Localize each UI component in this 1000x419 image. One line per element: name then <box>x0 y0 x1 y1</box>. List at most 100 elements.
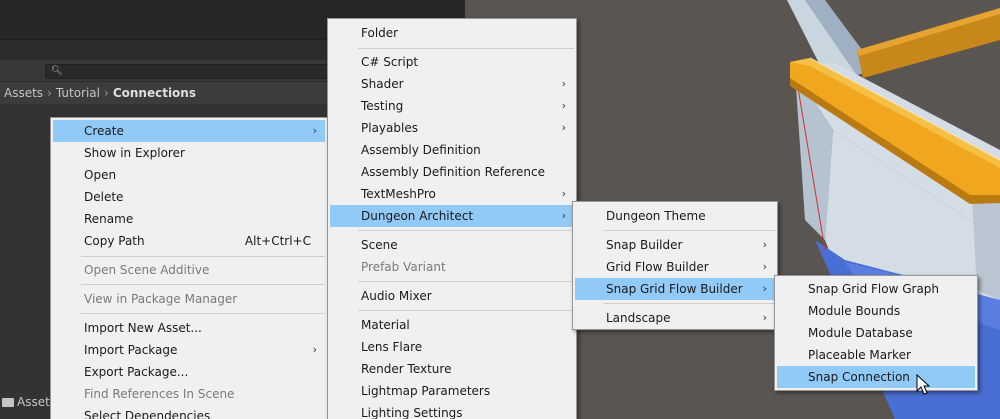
breadcrumb-tutorial[interactable]: Tutorial <box>56 86 100 100</box>
menu-item-render-texture[interactable]: Render Texture <box>330 358 574 380</box>
menu-separator <box>603 303 775 304</box>
chevron-right-icon: › <box>762 282 767 295</box>
menu-item-snap-grid-flow-graph[interactable]: Snap Grid Flow Graph <box>777 278 975 300</box>
menu-item-material[interactable]: Material <box>330 314 574 336</box>
menu-item-label: Render Texture <box>361 362 452 376</box>
menu-separator <box>358 281 574 282</box>
menu-item-import-new-asset[interactable]: Import New Asset... <box>53 317 325 339</box>
menu-item-placeable-marker[interactable]: Placeable Marker <box>777 344 975 366</box>
menu-item-label: Assembly Definition Reference <box>361 165 546 179</box>
menu-item-copy-path[interactable]: Copy Path Alt+Ctrl+C <box>53 230 325 252</box>
menu-item-label: Dungeon Architect <box>361 209 474 223</box>
menu-item-export-package[interactable]: Export Package... <box>53 361 325 383</box>
menu-item-label: Folder <box>361 26 399 40</box>
chevron-right-icon: › <box>104 86 109 100</box>
menu-item-import-package[interactable]: Import Package › <box>53 339 325 361</box>
menu-item-landscape[interactable]: Landscape › <box>575 307 775 329</box>
menu-item-snap-connection[interactable]: Snap Connection <box>777 366 975 388</box>
menu-item-playables[interactable]: Playables › <box>330 117 574 139</box>
menu-item-label: Open Scene Additive <box>84 263 210 277</box>
menu-item-create[interactable]: Create › <box>53 120 325 142</box>
menu-item-label: TextMeshPro <box>361 187 436 201</box>
menu-separator <box>603 230 775 231</box>
menu-item-label: Dungeon Theme <box>606 209 706 223</box>
menu-item-assembly-definition[interactable]: Assembly Definition <box>330 139 574 161</box>
menu-item-shader[interactable]: Shader › <box>330 73 574 95</box>
chevron-right-icon: › <box>561 209 566 222</box>
menu-item-label: Import Package <box>84 343 178 357</box>
bottom-tab-label: Asset <box>17 395 50 409</box>
chevron-right-icon: › <box>312 124 317 137</box>
menu-item-dungeon-architect[interactable]: Dungeon Architect › <box>330 205 574 227</box>
menu-item-label: Testing <box>361 99 404 113</box>
menu-separator <box>81 256 325 257</box>
menu-item-find-references: Find References In Scene <box>53 383 325 405</box>
snap-grid-flow-submenu: Snap Grid Flow Graph Module Bounds Modul… <box>774 275 978 391</box>
menu-item-delete[interactable]: Delete <box>53 186 325 208</box>
menu-separator <box>81 284 325 285</box>
menu-item-label: Snap Connection <box>808 370 910 384</box>
menu-item-label: Lens Flare <box>361 340 423 354</box>
menu-item-open-scene-additive: Open Scene Additive <box>53 259 325 281</box>
menu-item-textmeshpro[interactable]: TextMeshPro › <box>330 183 574 205</box>
menu-item-label: Assembly Definition <box>361 143 481 157</box>
menu-item-lightmap-parameters[interactable]: Lightmap Parameters <box>330 380 574 402</box>
menu-item-label: Open <box>84 168 117 182</box>
menu-separator <box>81 313 325 314</box>
menu-item-label: Placeable Marker <box>808 348 911 362</box>
create-submenu: Folder C# Script Shader › Testing › Playab… <box>327 18 577 419</box>
menu-item-folder[interactable]: Folder <box>330 22 574 44</box>
menu-item-select-dependencies[interactable]: Select Dependencies <box>53 405 325 419</box>
menu-item-module-bounds[interactable]: Module Bounds <box>777 300 975 322</box>
menu-item-csharp-script[interactable]: C# Script <box>330 51 574 73</box>
menu-item-show-in-explorer[interactable]: Show in Explorer <box>53 142 325 164</box>
menu-item-label: Find References In Scene <box>84 387 235 401</box>
menu-item-audio-mixer[interactable]: Audio Mixer <box>330 285 574 307</box>
menu-item-label: Audio Mixer <box>361 289 432 303</box>
menu-item-label: Prefab Variant <box>361 260 446 274</box>
menu-item-label: Playables <box>361 121 418 135</box>
menu-item-snap-builder[interactable]: Snap Builder › <box>575 234 775 256</box>
menu-item-assembly-definition-reference[interactable]: Assembly Definition Reference <box>330 161 574 183</box>
menu-item-label: Delete <box>84 190 124 204</box>
menu-item-label: Landscape <box>606 311 671 325</box>
menu-separator <box>358 310 574 311</box>
chevron-right-icon: › <box>47 86 52 100</box>
breadcrumb-connections[interactable]: Connections <box>113 86 196 100</box>
dungeon-architect-submenu: Dungeon Theme Snap Builder › Grid Flow Bu… <box>572 201 778 330</box>
chevron-right-icon: › <box>762 238 767 251</box>
menu-item-dungeon-theme[interactable]: Dungeon Theme <box>575 205 775 227</box>
menu-item-label: C# Script <box>361 55 419 69</box>
menu-item-label: Snap Grid Flow Builder <box>606 282 743 296</box>
chevron-right-icon: › <box>561 187 566 200</box>
menu-item-label: Import New Asset... <box>84 321 202 335</box>
chevron-right-icon: › <box>561 77 566 90</box>
menu-item-module-database[interactable]: Module Database <box>777 322 975 344</box>
menu-item-label: Module Database <box>808 326 913 340</box>
menu-item-label: Snap Builder <box>606 238 683 252</box>
menu-item-label: Module Bounds <box>808 304 901 318</box>
menu-item-label: Shader <box>361 77 404 91</box>
menu-item-label: View in Package Manager <box>84 292 238 306</box>
menu-separator <box>358 48 574 49</box>
menu-item-lighting-settings[interactable]: Lighting Settings <box>330 402 574 419</box>
menu-separator <box>358 230 574 231</box>
breadcrumb-assets[interactable]: Assets <box>4 86 43 100</box>
search-input[interactable]: 🔍︎ <box>45 64 330 79</box>
menu-item-scene[interactable]: Scene <box>330 234 574 256</box>
menu-item-label: Lighting Settings <box>361 406 463 419</box>
menu-item-snap-grid-flow-builder[interactable]: Snap Grid Flow Builder › <box>575 278 775 300</box>
menu-item-testing[interactable]: Testing › <box>330 95 574 117</box>
menu-item-label: Material <box>361 318 410 332</box>
menu-item-label: Scene <box>361 238 398 252</box>
menu-item-grid-flow-builder[interactable]: Grid Flow Builder › <box>575 256 775 278</box>
menu-item-rename[interactable]: Rename <box>53 208 325 230</box>
menu-item-lens-flare[interactable]: Lens Flare <box>330 336 574 358</box>
menu-item-prefab-variant: Prefab Variant <box>330 256 574 278</box>
menu-item-label: Grid Flow Builder <box>606 260 709 274</box>
chevron-right-icon: › <box>561 99 566 112</box>
menu-item-open[interactable]: Open <box>53 164 325 186</box>
menu-item-label: Create <box>84 124 124 138</box>
menu-item-label: Snap Grid Flow Graph <box>808 282 940 296</box>
menu-item-view-in-package-manager: View in Package Manager <box>53 288 325 310</box>
